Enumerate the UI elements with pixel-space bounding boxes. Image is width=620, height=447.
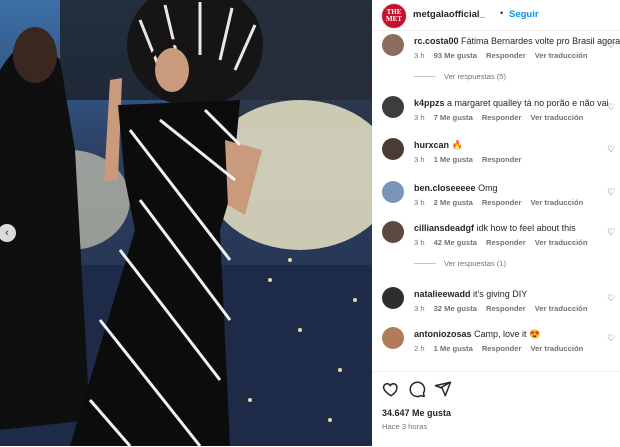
comment-time: 3 h xyxy=(414,155,425,164)
commenter-avatar[interactable] xyxy=(382,34,404,56)
comment-text: rc.costa00 Fátima Bernardes volte pro Br… xyxy=(414,36,620,46)
comment-like-heart-icon[interactable]: ♡ xyxy=(607,144,615,155)
comment-body: a margaret qualley tá no porão e não vai xyxy=(447,98,609,108)
comment-meta: 3 h 42 Me gusta Responder Ver traducción xyxy=(414,238,596,247)
comment-time: 3 h xyxy=(414,51,425,60)
translate-button[interactable]: Ver traducción xyxy=(530,113,583,122)
post-time: Hace 3 horas xyxy=(382,422,428,431)
comment-like-heart-icon[interactable]: ♡ xyxy=(607,102,615,113)
follow-button[interactable]: Seguir xyxy=(509,9,539,20)
comment-text: hurxcan 🔥 xyxy=(414,140,463,151)
comment-time: 2 h xyxy=(414,344,425,353)
share-icon[interactable] xyxy=(434,380,452,398)
commenter-avatar[interactable] xyxy=(382,221,404,243)
comment-likes[interactable]: 7 Me gusta xyxy=(434,113,473,122)
comment-likes[interactable]: 1 Me gusta xyxy=(434,155,473,164)
comment-like-heart-icon[interactable]: ♡ xyxy=(607,333,615,344)
comment-username[interactable]: ben.closeeeee xyxy=(414,183,476,193)
comment-like-heart-icon[interactable]: ♡ xyxy=(607,40,615,51)
comment-username[interactable]: cilliansdeadgf xyxy=(414,223,474,233)
reply-button[interactable]: Responder xyxy=(482,198,522,207)
reply-button[interactable]: Responder xyxy=(482,155,522,164)
comment-time: 3 h xyxy=(414,238,425,247)
commenter-avatar[interactable] xyxy=(382,138,404,160)
comment-body: 🔥 xyxy=(451,140,463,150)
comment-body: idk how to feel about this xyxy=(476,223,576,233)
comment-likes[interactable]: 32 Me gusta xyxy=(434,304,477,313)
reply-button[interactable]: Responder xyxy=(482,113,522,122)
comment-body: it's giving DIY xyxy=(473,289,528,299)
translate-button[interactable]: Ver traducción xyxy=(535,304,588,313)
separator-dot: • xyxy=(500,8,504,18)
comment-text: k4ppzs a margaret qualley tá no porão e … xyxy=(414,98,609,108)
comment-username[interactable]: antoniozosas xyxy=(414,329,472,339)
post-image xyxy=(0,0,372,446)
comment-text: cilliansdeadgf idk how to feel about thi… xyxy=(414,223,576,233)
comment-meta: 3 h 2 Me gusta Responder Ver traducción xyxy=(414,198,592,207)
met-logo-avatar[interactable]: THE MET xyxy=(381,3,407,29)
reply-button[interactable]: Responder xyxy=(486,51,526,60)
comment-body: Fátima Bernardes volte pro Brasil agora xyxy=(461,36,620,46)
reply-button[interactable]: Responder xyxy=(482,344,522,353)
comment-icon[interactable] xyxy=(408,380,426,398)
commenter-avatar[interactable] xyxy=(382,96,404,118)
comment-body: Omg xyxy=(478,183,498,193)
comment-text: antoniozosas Camp, love it 😍 xyxy=(414,329,540,340)
logo-text-bottom: MET xyxy=(386,15,402,23)
comment-like-heart-icon[interactable]: ♡ xyxy=(607,227,615,238)
view-replies[interactable]: Ver respuestas (1) xyxy=(414,259,506,268)
comment-username[interactable]: rc.costa00 xyxy=(414,36,459,46)
view-replies-label[interactable]: Ver respuestas (1) xyxy=(444,259,506,268)
translate-button[interactable]: Ver traducción xyxy=(530,344,583,353)
comment-likes[interactable]: 42 Me gusta xyxy=(434,238,477,247)
comment-text: ben.closeeeee Omg xyxy=(414,183,498,193)
action-bar: 34.647 Me gusta Hace 3 horas xyxy=(372,371,620,447)
comment-like-heart-icon[interactable]: ♡ xyxy=(607,293,615,304)
comment-likes[interactable]: 1 Me gusta xyxy=(434,344,473,353)
reply-button[interactable]: Responder xyxy=(486,238,526,247)
comment-time: 3 h xyxy=(414,113,425,122)
comments-panel: THE MET metgalaofficial_ • Seguir rc.cos… xyxy=(372,0,620,446)
comment-time: 3 h xyxy=(414,198,425,207)
commenter-avatar[interactable] xyxy=(382,287,404,309)
comment-body: Camp, love it 😍 xyxy=(474,329,541,339)
translate-button[interactable]: Ver traducción xyxy=(535,51,588,60)
comment-meta: 3 h 1 Me gusta Responder xyxy=(414,155,530,164)
post-header: THE MET metgalaofficial_ • Seguir xyxy=(372,0,620,31)
replies-divider xyxy=(414,263,436,264)
replies-divider xyxy=(414,76,436,77)
reply-button[interactable]: Responder xyxy=(486,304,526,313)
comment-meta: 3 h 32 Me gusta Responder Ver traducción xyxy=(414,304,596,313)
heart-icon[interactable] xyxy=(382,380,400,398)
commenter-avatar[interactable] xyxy=(382,181,404,203)
view-replies-label[interactable]: Ver respuestas (5) xyxy=(444,72,506,81)
likes-count[interactable]: 34.647 Me gusta xyxy=(382,408,451,418)
commenter-avatar[interactable] xyxy=(382,327,404,349)
view-replies[interactable]: Ver respuestas (5) xyxy=(414,72,506,81)
comment-likes[interactable]: 93 Me gusta xyxy=(434,51,477,60)
comment-meta: 2 h 1 Me gusta Responder Ver traducción xyxy=(414,344,592,353)
comment-text: natalieewadd it's giving DIY xyxy=(414,289,527,299)
comment-like-heart-icon[interactable]: ♡ xyxy=(607,187,615,198)
comment-likes[interactable]: 2 Me gusta xyxy=(434,198,473,207)
translate-button[interactable]: Ver traducción xyxy=(535,238,588,247)
translate-button[interactable]: Ver traducción xyxy=(530,198,583,207)
account-name[interactable]: metgalaofficial_ xyxy=(413,9,485,20)
post-photo[interactable]: ‹ xyxy=(0,0,372,446)
comment-meta: 3 h 7 Me gusta Responder Ver traducción xyxy=(414,113,592,122)
comment-time: 3 h xyxy=(414,304,425,313)
comment-meta: 3 h 93 Me gusta Responder Ver traducción xyxy=(414,51,596,60)
comment-username[interactable]: natalieewadd xyxy=(414,289,471,299)
comment-username[interactable]: k4ppzs xyxy=(414,98,445,108)
comment-username[interactable]: hurxcan xyxy=(414,140,449,150)
